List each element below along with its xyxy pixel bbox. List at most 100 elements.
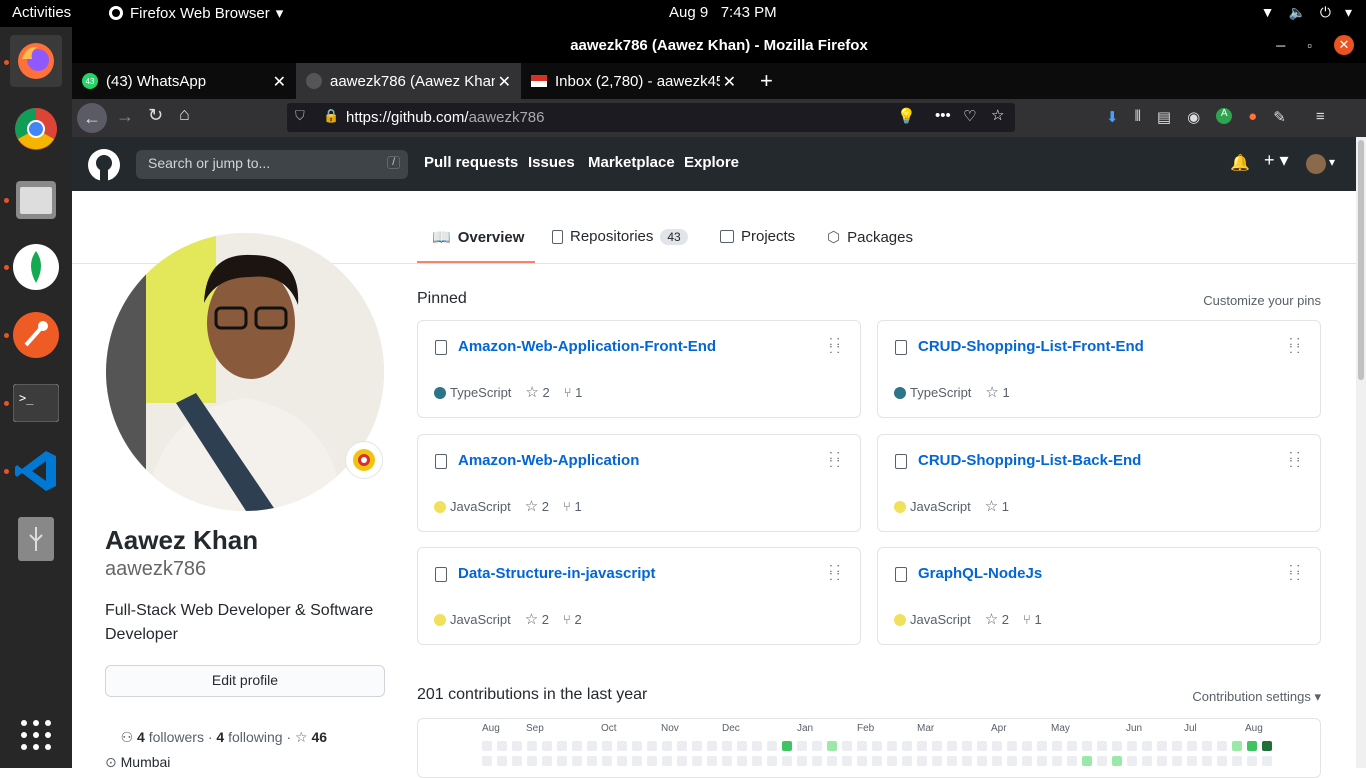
contribution-day[interactable] bbox=[797, 741, 807, 751]
contribution-day[interactable] bbox=[737, 741, 747, 751]
repo-name-link[interactable]: GraphQL-NodeJs bbox=[918, 565, 1042, 582]
contribution-day[interactable] bbox=[617, 756, 627, 766]
new-tab-button[interactable]: + bbox=[750, 63, 783, 99]
contribution-day[interactable] bbox=[1202, 756, 1212, 766]
repo-stars[interactable]: ☆ 2 bbox=[525, 610, 549, 628]
contribution-day[interactable] bbox=[677, 741, 687, 751]
contribution-day[interactable] bbox=[752, 741, 762, 751]
tab-gmail[interactable]: Inbox (2,780) - aawezk45 ✕ bbox=[521, 63, 746, 99]
nav-pull-requests[interactable]: Pull requests bbox=[424, 154, 518, 171]
home-button[interactable]: ⌂ bbox=[179, 104, 190, 125]
clock[interactable]: Aug 9 7:43 PM bbox=[669, 4, 777, 21]
contribution-day[interactable] bbox=[482, 741, 492, 751]
tab-github[interactable]: aawezk786 (Aawez Khan ✕ bbox=[296, 63, 521, 99]
drag-handle-icon[interactable]: : :: : bbox=[829, 334, 840, 355]
contribution-day[interactable] bbox=[1262, 741, 1272, 751]
contribution-day[interactable] bbox=[872, 741, 882, 751]
followers-link[interactable]: followers bbox=[149, 729, 204, 745]
contribution-day[interactable] bbox=[1217, 756, 1227, 766]
dock-postman[interactable] bbox=[10, 309, 62, 361]
scrollbar-thumb[interactable] bbox=[1358, 140, 1364, 380]
maximize-icon[interactable]: ▫ bbox=[1307, 27, 1312, 64]
contribution-day[interactable] bbox=[1142, 756, 1152, 766]
contribution-day[interactable] bbox=[1127, 756, 1137, 766]
repo-forks[interactable]: ⑂ 2 bbox=[563, 612, 582, 627]
library-icon[interactable]: ⫴ bbox=[1135, 108, 1141, 126]
bell-icon[interactable]: 🔔 bbox=[1230, 153, 1250, 173]
drag-handle-icon[interactable]: : :: : bbox=[829, 448, 840, 469]
shield-icon[interactable]: ⛉ bbox=[295, 108, 305, 124]
repo-stars[interactable]: ☆ 1 bbox=[985, 383, 1009, 401]
followers-count[interactable]: 4 bbox=[137, 729, 145, 745]
contribution-day[interactable] bbox=[662, 741, 672, 751]
nav-issues[interactable]: Issues bbox=[528, 154, 575, 171]
pinned-repo-card[interactable]: CRUD-Shopping-List-Back-End : :: : JavaS… bbox=[877, 434, 1321, 532]
contribution-day[interactable] bbox=[857, 756, 867, 766]
lock-icon[interactable]: 🔒 bbox=[323, 108, 339, 124]
contribution-day[interactable] bbox=[1112, 756, 1122, 766]
address-bar[interactable]: ⛉ 🔒 https://github.com/aawezk786 💡 ••• ♡… bbox=[287, 103, 1015, 132]
contribution-day[interactable] bbox=[1067, 756, 1077, 766]
contribution-day[interactable] bbox=[902, 741, 912, 751]
contribution-day[interactable] bbox=[707, 756, 717, 766]
extension-icon[interactable]: ● bbox=[1248, 108, 1257, 126]
extension-icon[interactable]: ✎ bbox=[1273, 108, 1286, 126]
repo-forks[interactable]: ⑂ 1 bbox=[564, 385, 583, 400]
contribution-settings-button[interactable]: Contribution settings ▾ bbox=[1192, 689, 1321, 705]
contribution-day[interactable] bbox=[1247, 756, 1257, 766]
contribution-day[interactable] bbox=[932, 741, 942, 751]
repo-forks[interactable]: ⑂ 1 bbox=[563, 499, 582, 514]
contribution-day[interactable] bbox=[1067, 741, 1077, 751]
activities-button[interactable]: Activities bbox=[12, 4, 71, 21]
close-icon[interactable]: ✕ bbox=[1334, 35, 1354, 55]
contribution-day[interactable] bbox=[827, 756, 837, 766]
contribution-day[interactable] bbox=[1157, 741, 1167, 751]
back-button[interactable]: ← bbox=[77, 103, 107, 133]
drag-handle-icon[interactable]: : :: : bbox=[829, 561, 840, 582]
scrollbar[interactable] bbox=[1356, 137, 1366, 768]
contribution-day[interactable] bbox=[707, 741, 717, 751]
more-icon[interactable]: ••• bbox=[935, 107, 951, 124]
repo-name-link[interactable]: CRUD-Shopping-List-Front-End bbox=[918, 338, 1144, 355]
repo-stars[interactable]: ☆ 2 bbox=[525, 383, 549, 401]
contribution-day[interactable] bbox=[617, 741, 627, 751]
contribution-day[interactable] bbox=[1232, 741, 1242, 751]
contribution-day[interactable] bbox=[827, 741, 837, 751]
contribution-day[interactable] bbox=[887, 741, 897, 751]
repo-stars[interactable]: ☆ 2 bbox=[985, 610, 1009, 628]
contribution-day[interactable] bbox=[842, 756, 852, 766]
menu-icon[interactable]: ≡ bbox=[1316, 108, 1325, 126]
pinned-repo-card[interactable]: CRUD-Shopping-List-Front-End : :: : Type… bbox=[877, 320, 1321, 418]
contribution-day[interactable] bbox=[932, 756, 942, 766]
contribution-day[interactable] bbox=[587, 741, 597, 751]
lightbulb-icon[interactable]: 💡 bbox=[897, 107, 916, 125]
tab-projects[interactable]: Projects bbox=[720, 228, 795, 245]
contribution-day[interactable] bbox=[812, 741, 822, 751]
close-tab-icon[interactable]: ✕ bbox=[498, 72, 511, 92]
contribution-day[interactable] bbox=[677, 756, 687, 766]
contribution-day[interactable] bbox=[557, 741, 567, 751]
chevron-down-icon[interactable]: ▾ bbox=[1329, 155, 1335, 169]
contribution-day[interactable] bbox=[1082, 741, 1092, 751]
contribution-day[interactable] bbox=[497, 741, 507, 751]
contribution-day[interactable] bbox=[722, 756, 732, 766]
contribution-day[interactable] bbox=[1097, 756, 1107, 766]
contribution-day[interactable] bbox=[947, 756, 957, 766]
contribution-day[interactable] bbox=[797, 756, 807, 766]
dock-mongodb-compass[interactable] bbox=[10, 241, 62, 293]
contribution-day[interactable] bbox=[1037, 741, 1047, 751]
profile-avatar[interactable] bbox=[106, 233, 384, 511]
contribution-day[interactable] bbox=[917, 741, 927, 751]
contribution-day[interactable] bbox=[512, 741, 522, 751]
contribution-day[interactable] bbox=[947, 741, 957, 751]
contribution-day[interactable] bbox=[1052, 756, 1062, 766]
contribution-day[interactable] bbox=[767, 741, 777, 751]
tab-overview[interactable]: 📖 Overview bbox=[432, 228, 524, 247]
status-emoji-badge[interactable] bbox=[345, 441, 383, 479]
drag-handle-icon[interactable]: : :: : bbox=[1289, 334, 1300, 355]
app-menu[interactable]: Firefox Web Browser ▾ bbox=[108, 4, 283, 22]
contribution-day[interactable] bbox=[917, 756, 927, 766]
edit-profile-button[interactable]: Edit profile bbox=[105, 665, 385, 697]
contribution-day[interactable] bbox=[542, 741, 552, 751]
contribution-day[interactable] bbox=[1262, 756, 1272, 766]
